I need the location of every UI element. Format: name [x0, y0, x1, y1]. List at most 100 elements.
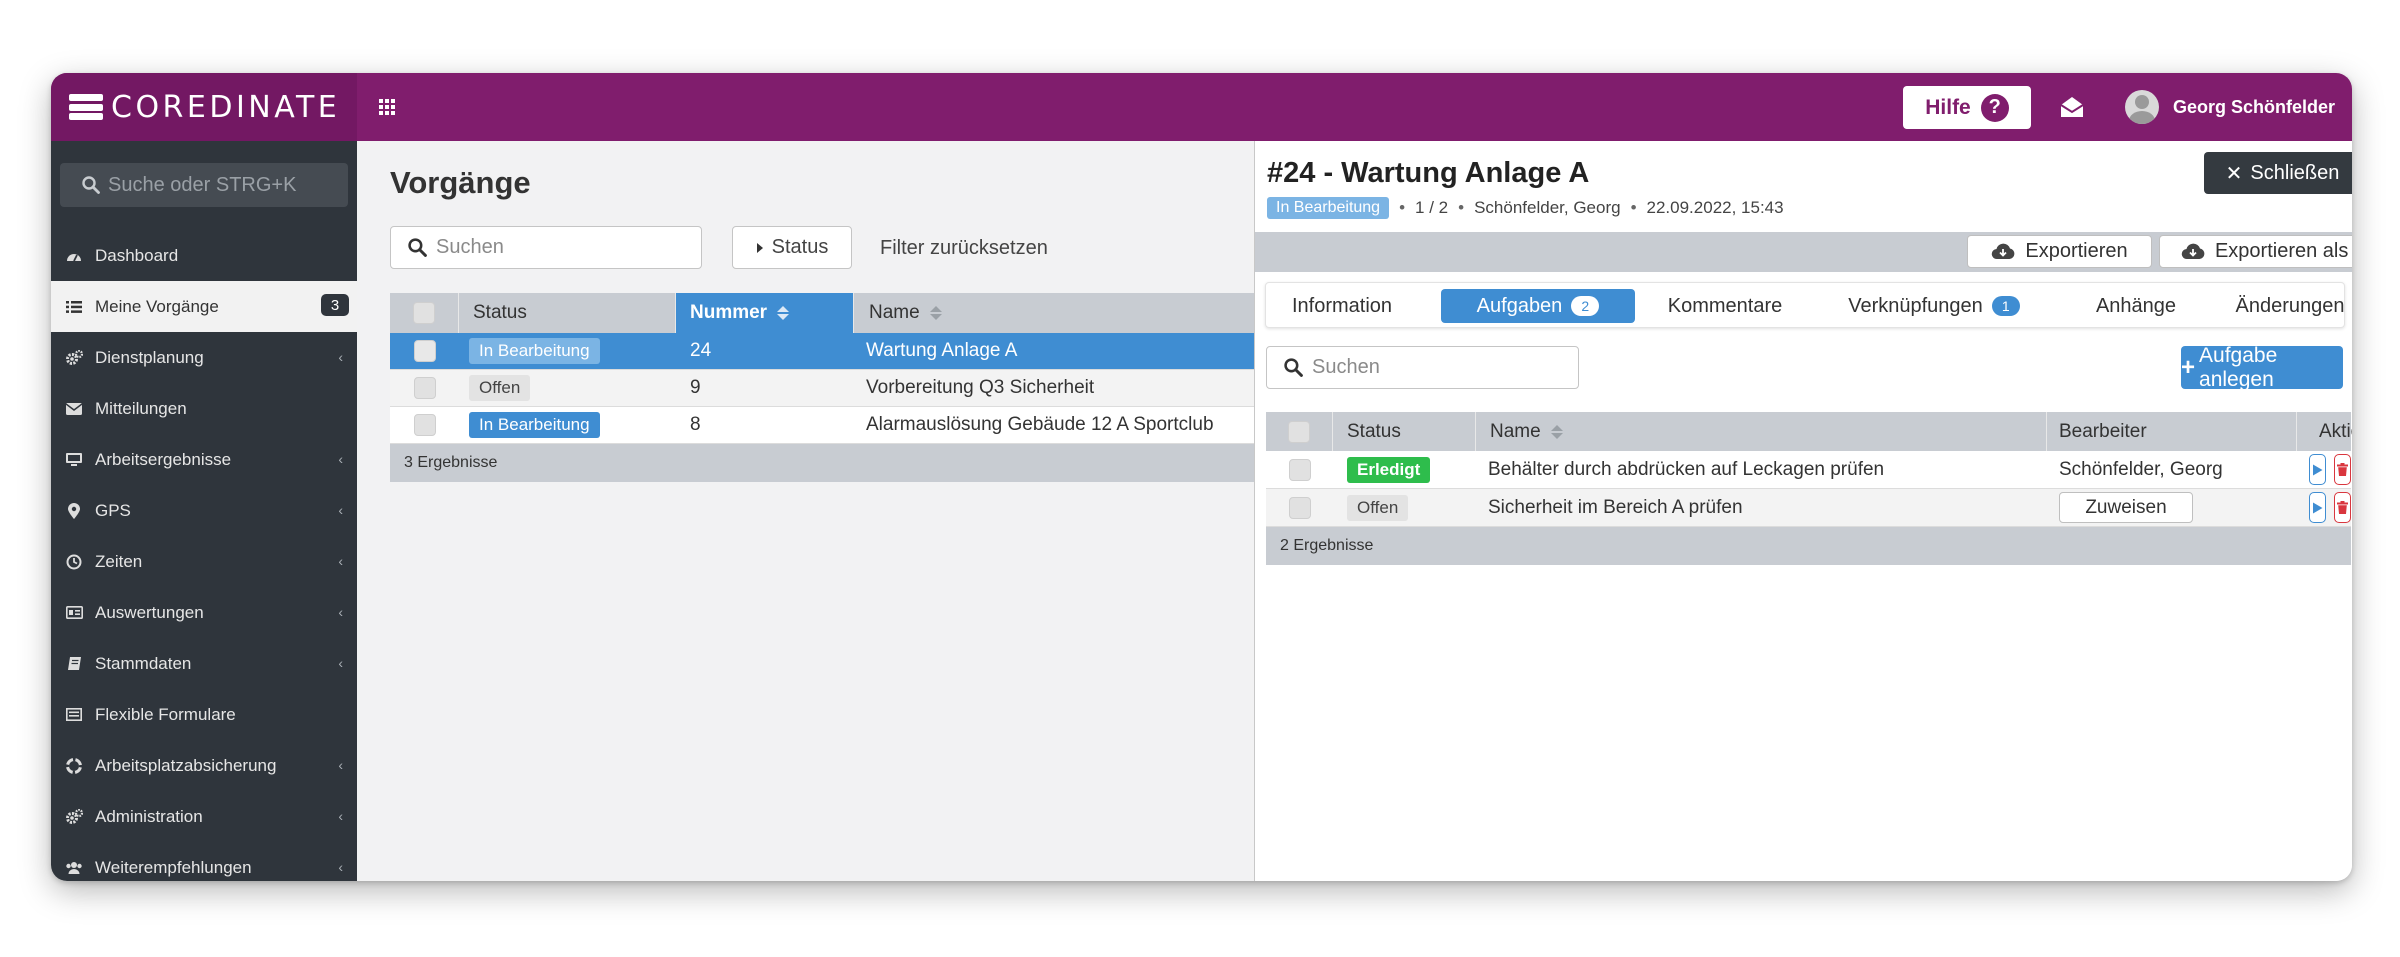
play-icon [2313, 464, 2323, 475]
sidebar: Suche oder STRG+K Dashboard Meine Vorgän… [51, 141, 357, 881]
sidebar-item-dienstplanung[interactable]: Dienstplanung ‹ [51, 332, 357, 383]
tab-anhaenge[interactable]: Anhänge [2086, 289, 2186, 323]
sidebar-item-arbeitsplatzabsicherung[interactable]: Arbeitsplatzabsicherung ‹ [51, 740, 357, 791]
play-icon [2313, 502, 2323, 513]
table-header: Status Nummer Name [390, 293, 1257, 333]
task-search-input[interactable]: Suchen [1266, 346, 1579, 389]
row-select-cell [1266, 489, 1333, 526]
list-icon [65, 298, 83, 316]
status-filter-label: Status [771, 236, 829, 258]
status-badge: Offen [469, 375, 531, 401]
table-row[interactable]: In Bearbeitung 8 Alarmauslösung Gebäude … [390, 407, 1257, 444]
column-header-status[interactable]: Status [1333, 412, 1476, 451]
tab-label: Aufgaben [1476, 294, 1563, 317]
plus-icon: + [2181, 353, 2196, 381]
filter-reset-link[interactable]: Filter zurücksetzen [880, 237, 1048, 260]
column-header-number[interactable]: Nummer [676, 293, 854, 333]
sidebar-search-input[interactable]: Suche oder STRG+K [60, 163, 348, 207]
tab-aufgaben[interactable]: Aufgaben 2 [1441, 289, 1635, 323]
column-header-label: Nummer [690, 302, 768, 323]
select-all-checkbox[interactable] [1288, 420, 1310, 443]
status-cell: Offen [459, 370, 676, 406]
column-header-assignee[interactable]: Bearbeiter [2047, 412, 2297, 451]
close-button[interactable]: ✕ Schließen [2204, 152, 2352, 194]
tab-kommentare[interactable]: Kommentare [1660, 289, 1790, 323]
number-cell: 24 [690, 340, 712, 361]
export-bar: Exportieren Exportieren als ZIP [1255, 232, 2352, 272]
tab-label: Kommentare [1667, 294, 1783, 317]
delete-button[interactable] [2334, 454, 2351, 485]
assign-button[interactable]: Zuweisen [2059, 492, 2193, 523]
sidebar-item-mitteilungen[interactable]: Mitteilungen [51, 383, 357, 434]
sidebar-item-weiterempfehlungen[interactable]: Weiterempfehlungen ‹ [51, 842, 357, 881]
select-all-checkbox[interactable] [413, 302, 435, 324]
help-button[interactable]: Hilfe ? [1903, 86, 2031, 129]
clock-icon [65, 553, 83, 571]
name-cell: Vorbereitung Q3 Sicherheit [866, 377, 1095, 398]
sidebar-item-administration[interactable]: Administration ‹ [51, 791, 357, 842]
column-header-name[interactable]: Name [1476, 412, 2047, 451]
monitor-icon [65, 451, 83, 469]
tab-aenderungen[interactable]: Änderungen [2236, 289, 2345, 323]
trash-icon [2337, 501, 2348, 514]
status-cell: In Bearbeitung [459, 333, 676, 369]
table-row[interactable]: Erledigt Behälter durch abdrücken auf Le… [1266, 451, 2351, 489]
chevron-left-icon: ‹ [338, 349, 343, 365]
close-label: Schließen [2250, 161, 2340, 184]
close-icon: ✕ [2225, 162, 2243, 185]
row-checkbox[interactable] [1288, 458, 1311, 481]
sidebar-item-dashboard[interactable]: Dashboard [51, 230, 357, 281]
chevron-left-icon: ‹ [338, 451, 343, 467]
delete-button[interactable] [2334, 492, 2351, 523]
assignee-cell: Schönfelder, Georg [2059, 458, 2223, 480]
brand-logo[interactable]: COREDINATE [51, 73, 357, 141]
column-header-status[interactable]: Status [459, 293, 676, 333]
export-button[interactable]: Exportieren [1967, 235, 2152, 268]
start-button[interactable] [2309, 492, 2326, 523]
lifebuoy-icon [65, 757, 83, 775]
row-checkbox[interactable] [1288, 496, 1311, 519]
sidebar-item-auswertungen[interactable]: Auswertungen ‹ [51, 587, 357, 638]
sidebar-item-arbeitsergebnisse[interactable]: Arbeitsergebnisse ‹ [51, 434, 357, 485]
sidebar-item-flexible-formulare[interactable]: Flexible Formulare [51, 689, 357, 740]
trash-icon [2337, 463, 2348, 476]
avatar[interactable] [2125, 90, 2159, 124]
results-count: 2 Ergebnisse [1266, 527, 2351, 565]
user-name[interactable]: Georg Schönfelder [2173, 97, 2335, 118]
sidebar-item-stammdaten[interactable]: Stammdaten ‹ [51, 638, 357, 689]
search-icon [1284, 358, 1303, 377]
status-badge: In Bearbeitung [469, 338, 600, 364]
question-icon: ? [1980, 93, 2009, 122]
export-zip-label: Exportieren als ZIP [2214, 240, 2352, 262]
sidebar-item-zeiten[interactable]: Zeiten ‹ [51, 536, 357, 587]
table-row[interactable]: Offen 9 Vorbereitung Q3 Sicherheit [390, 370, 1257, 407]
number-cell: 9 [690, 377, 701, 398]
tab-information[interactable]: Information [1280, 289, 1404, 323]
list-search-input[interactable]: Suchen [390, 226, 702, 269]
add-task-button[interactable]: + Aufgabe anlegen [2181, 346, 2343, 389]
table-row[interactable]: In Bearbeitung 24 Wartung Anlage A [390, 333, 1257, 370]
results-count: 3 Ergebnisse [390, 444, 1257, 482]
row-checkbox[interactable] [413, 414, 436, 436]
row-checkbox[interactable] [413, 377, 436, 399]
add-task-label: Aufgabe anlegen [2199, 346, 2278, 389]
logo-stack-icon [69, 94, 103, 120]
sidebar-item-label: Dienstplanung [95, 347, 204, 367]
row-checkbox[interactable] [413, 340, 436, 362]
sidebar-item-label: Auswertungen [95, 602, 204, 622]
start-button[interactable] [2309, 454, 2326, 485]
sidebar-item-label: Mitteilungen [95, 398, 187, 418]
tab-verknuepfungen[interactable]: Verknüpfungen 1 [1839, 289, 2029, 323]
sidebar-item-meine-vorgaenge[interactable]: Meine Vorgänge 3 [51, 281, 357, 332]
export-zip-button[interactable]: Exportieren als ZIP [2159, 235, 2352, 268]
apps-grid-icon[interactable] [379, 99, 395, 115]
table-row[interactable]: Offen Sicherheit im Bereich A prüfen Zuw… [1266, 489, 2351, 527]
envelope-open-icon[interactable] [2059, 95, 2085, 124]
detail-panel: #24 - Wartung Anlage A In Bearbeitung • … [1254, 141, 2352, 881]
name-cell: Wartung Anlage A [866, 340, 1018, 361]
status-filter-button[interactable]: Status [732, 226, 852, 269]
tasks-table: Status Name Bearbeiter Aktion Erledigt B… [1266, 412, 2352, 565]
sidebar-item-gps[interactable]: GPS ‹ [51, 485, 357, 536]
sidebar-item-label: Flexible Formulare [95, 704, 236, 724]
column-header-name[interactable]: Name [854, 293, 1257, 333]
